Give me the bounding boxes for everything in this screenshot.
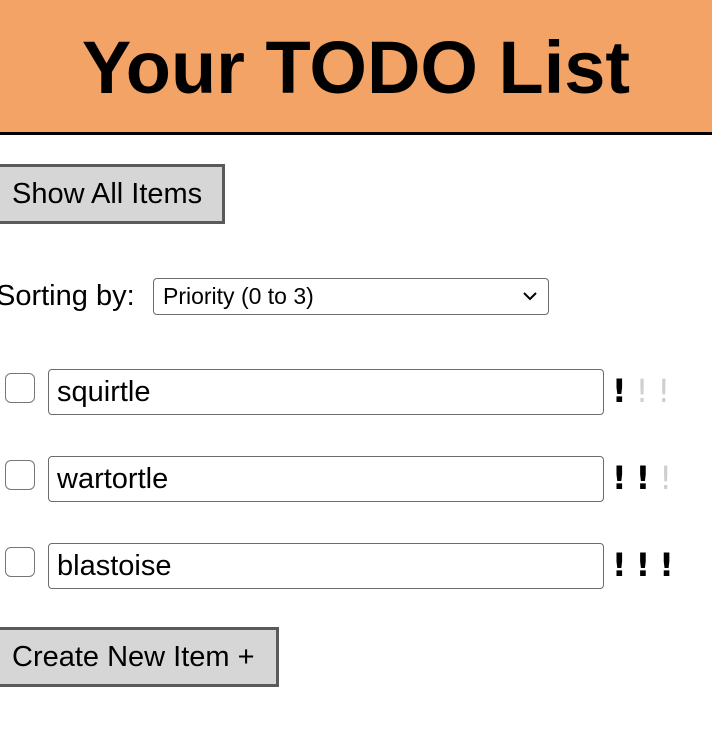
priority-mark-1[interactable]: ! [612,458,627,498]
chevron-down-icon [523,292,537,301]
page-title: Your TODO List [81,26,631,109]
item-text-input[interactable]: blastoise [48,543,604,589]
item-checkbox[interactable] [5,460,35,490]
item-text: wartortle [57,462,169,495]
priority-mark-2[interactable]: ! [636,371,649,411]
sort-select[interactable]: Priority (0 to 3) [153,278,549,315]
header-bar: Your TODO List [0,0,712,135]
priority-mark-3[interactable]: ! [659,458,672,498]
create-new-item-button[interactable]: Create New Item + [0,627,279,687]
priority-mark-3[interactable]: ! [659,545,674,585]
todo-item: blastoise ! ! ! [0,543,712,589]
item-checkbox[interactable] [5,547,35,577]
sort-selected-value: Priority (0 to 3) [163,283,314,309]
show-all-items-button[interactable]: Show All Items [0,164,225,224]
sort-label: Sorting by: [0,280,135,312]
priority-indicator[interactable]: ! ! ! [612,371,670,411]
priority-mark-1[interactable]: ! [612,371,627,411]
priority-mark-1[interactable]: ! [612,545,627,585]
item-text: blastoise [57,549,172,582]
todo-item: wartortle ! ! ! [0,456,712,502]
priority-indicator[interactable]: ! ! ! [612,545,674,585]
item-checkbox[interactable] [5,373,35,403]
item-text-input[interactable]: squirtle [48,369,604,415]
todo-item: squirtle ! ! ! [0,369,712,415]
item-text: squirtle [57,375,151,408]
priority-mark-2[interactable]: ! [636,458,651,498]
item-text-input[interactable]: wartortle [48,456,604,502]
priority-mark-2[interactable]: ! [636,545,651,585]
priority-indicator[interactable]: ! ! ! [612,458,672,498]
priority-mark-3[interactable]: ! [657,371,670,411]
